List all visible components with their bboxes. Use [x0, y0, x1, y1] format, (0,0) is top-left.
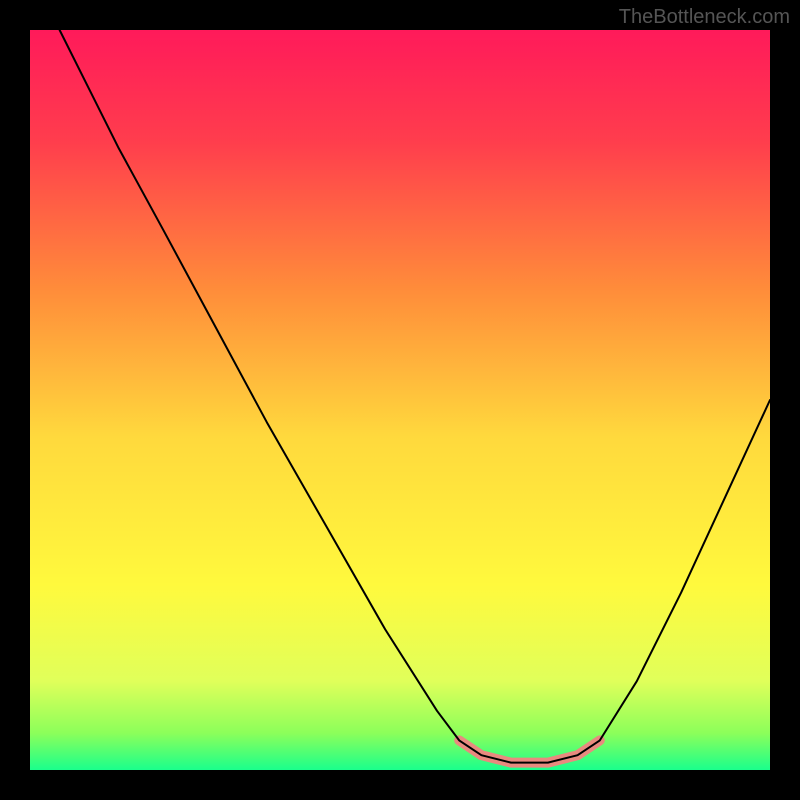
chart-svg	[0, 0, 800, 800]
watermark-text: TheBottleneck.com	[619, 6, 790, 29]
bottleneck-chart	[0, 0, 800, 800]
gradient-background	[30, 30, 770, 770]
